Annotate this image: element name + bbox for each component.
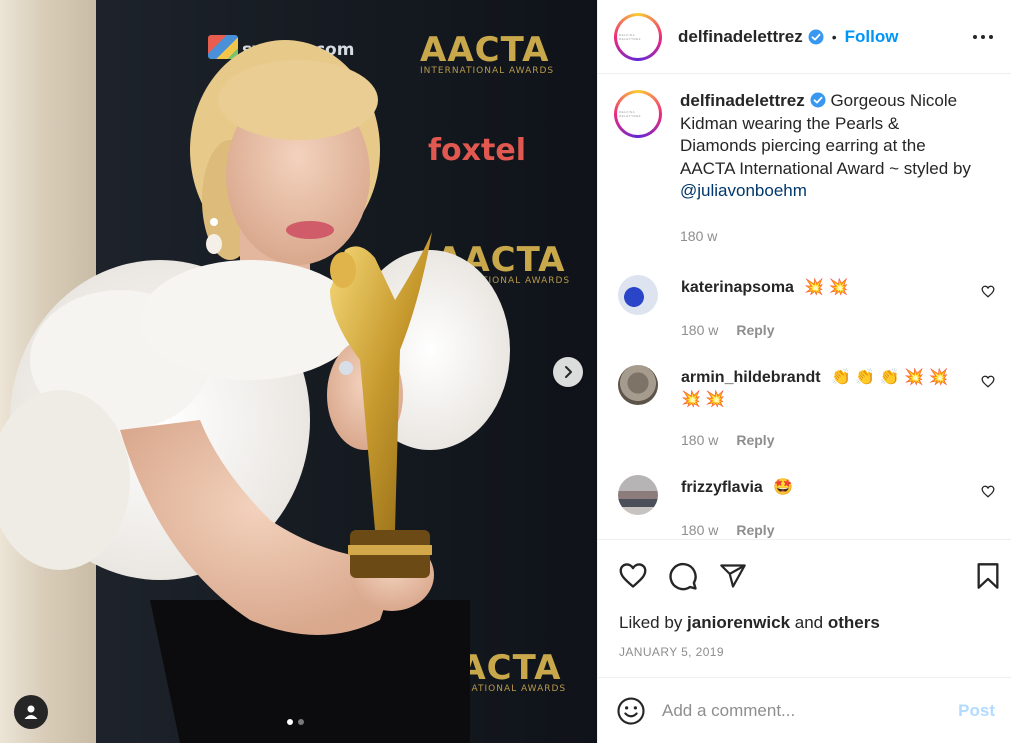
post-media[interactable]: sydney.com AACTAINTERNATIONAL AWARDS fox…	[0, 0, 597, 743]
carousel-next-button[interactable]	[553, 357, 583, 387]
liked-by-others[interactable]: others	[828, 613, 880, 632]
heart-icon	[619, 563, 647, 588]
bookmark-icon	[977, 562, 999, 589]
tagged-users-button[interactable]	[14, 695, 48, 729]
commenter-avatar[interactable]	[618, 275, 658, 315]
post-actions-bar	[598, 539, 1011, 611]
save-button[interactable]	[971, 559, 1005, 593]
comment-item: frizzyflavia 🤩 180 w Reply	[614, 475, 995, 539]
comment-like-heart-icon[interactable]	[981, 485, 995, 498]
emoji-icon[interactable]	[616, 696, 646, 726]
carousel-dot-active	[287, 719, 293, 725]
caption-mention[interactable]: @juliavonboehm	[680, 181, 807, 200]
more-options-button[interactable]	[971, 25, 995, 49]
comment-text: 💥 💥	[804, 279, 849, 296]
reply-button[interactable]: Reply	[736, 319, 774, 341]
post-details-panel: DELFINA DELETTREZ delfinadelettrez • Fol…	[597, 0, 1011, 743]
commenter-avatar[interactable]	[618, 365, 658, 405]
chevron-right-icon	[565, 366, 572, 378]
liked-by-user[interactable]: janiorenwick	[687, 613, 790, 632]
instagram-post: sydney.com AACTAINTERNATIONAL AWARDS fox…	[0, 0, 1011, 743]
comment-text: 🤩	[773, 479, 794, 496]
comment-like-heart-icon[interactable]	[981, 285, 995, 298]
comment-username[interactable]: armin_hildebrandt	[681, 369, 821, 386]
commenter-avatar[interactable]	[618, 475, 658, 515]
like-button[interactable]	[616, 559, 650, 593]
comment-username[interactable]: frizzyflavia	[681, 479, 763, 496]
comment-input[interactable]	[662, 700, 959, 721]
post-header: DELFINA DELETTREZ delfinadelettrez • Fol…	[598, 0, 1011, 74]
likes-middle: and	[790, 613, 828, 632]
carousel-dot	[298, 719, 304, 725]
share-button[interactable]	[716, 559, 750, 593]
post-caption: DELFINA DELETTREZ delfinadelettrez Gorge…	[614, 74, 995, 247]
author-avatar[interactable]: DELFINA DELETTREZ	[614, 12, 662, 61]
follow-button[interactable]: Follow	[845, 27, 899, 47]
comment-timestamp[interactable]: 180 w	[681, 519, 718, 539]
caption-timestamp[interactable]: 180 w	[680, 225, 717, 248]
more-options-icon	[973, 34, 993, 39]
header-separator: •	[831, 28, 837, 45]
verified-badge-icon	[810, 92, 826, 108]
comment-item: armin_hildebrandt 👏 👏 👏 💥 💥 💥 💥 180 w Re…	[614, 365, 995, 451]
reply-button[interactable]: Reply	[736, 429, 774, 451]
likes-prefix: Liked by	[619, 613, 688, 632]
comment-timestamp[interactable]: 180 w	[681, 319, 718, 341]
comment-username[interactable]: katerinapsoma	[681, 279, 794, 296]
photo-subject	[0, 40, 510, 743]
comment-like-heart-icon[interactable]	[981, 375, 995, 388]
likes-summary: Liked by janiorenwick and others	[598, 613, 1011, 633]
author-username[interactable]: delfinadelettrez	[678, 27, 803, 47]
verified-badge-icon	[808, 29, 824, 44]
comment-item: katerinapsoma 💥 💥 180 w Reply	[614, 275, 995, 341]
caption-username[interactable]: delfinadelettrez	[680, 91, 805, 110]
carousel-indicator	[287, 719, 304, 725]
comment-timestamp[interactable]: 180 w	[681, 429, 718, 451]
user-tag-icon	[24, 705, 38, 719]
author-avatar[interactable]: DELFINA DELETTREZ	[614, 90, 662, 138]
post-comment-button[interactable]: Post	[958, 701, 995, 721]
post-date[interactable]: JANUARY 5, 2019	[598, 645, 1011, 659]
add-comment-bar: Post	[598, 677, 1011, 743]
comment-button[interactable]	[666, 559, 700, 593]
comments-list[interactable]: DELFINA DELETTREZ delfinadelettrez Gorge…	[598, 74, 1011, 539]
share-icon	[720, 563, 746, 588]
comment-icon	[669, 562, 697, 590]
reply-button[interactable]: Reply	[736, 519, 774, 539]
